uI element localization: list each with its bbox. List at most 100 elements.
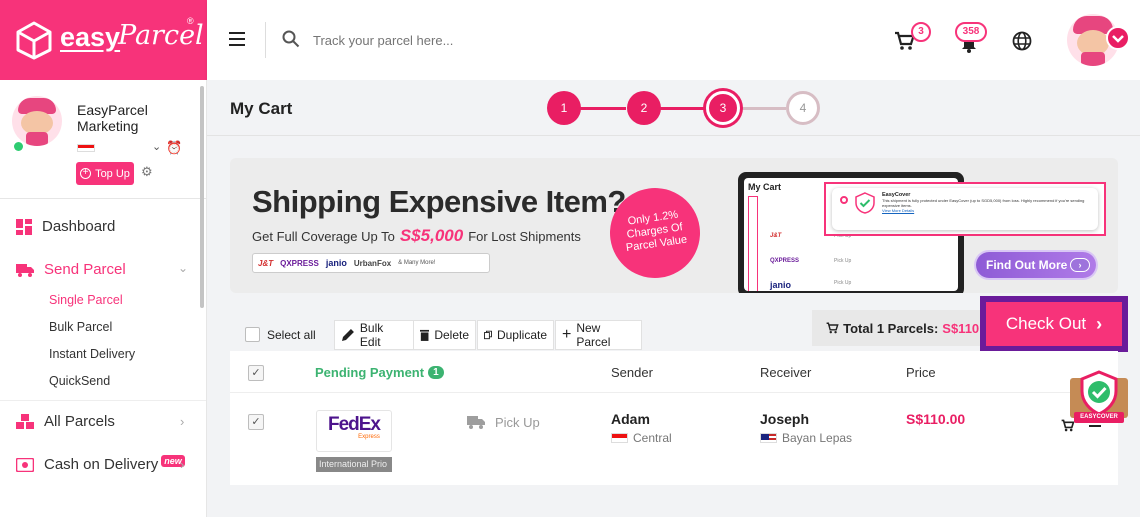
callout-link: View More Details: [882, 208, 915, 213]
duplicate-label: Duplicate: [496, 328, 547, 342]
sender-name: Adam: [611, 411, 650, 427]
profile-avatar: [12, 96, 62, 146]
chevron-right-icon: ›: [1096, 313, 1103, 334]
track-parcel-input[interactable]: [313, 28, 673, 52]
sidebar-item-label: Send Parcel: [44, 261, 126, 278]
mock-courier: J&T: [770, 233, 782, 239]
sidebar-subitem-bulk-parcel[interactable]: Bulk Parcel: [49, 320, 112, 334]
cash-icon: [16, 457, 34, 472]
step-2: 2: [627, 91, 661, 125]
sidebar-item-all-parcels[interactable]: All Parcels: [16, 413, 115, 430]
group-checkbox[interactable]: ✓: [248, 365, 264, 381]
alarm-clock-icon[interactable]: ⏰: [166, 140, 182, 156]
divider: [0, 198, 206, 199]
promo-banner[interactable]: Shipping Expensive Item? Get Full Covera…: [230, 158, 1118, 293]
sidebar: EasyParcel Marketing ⌄ ⏰ + Top Up ⚙ Dash…: [0, 80, 207, 517]
checkout-highlight: Check Out ›: [980, 296, 1128, 352]
notification-count-badge: 358: [955, 22, 987, 42]
easycover-badge[interactable]: EASYCOVER: [1068, 370, 1130, 426]
chevron-down-icon[interactable]: ⌄: [152, 140, 161, 153]
trash-icon: [420, 329, 430, 341]
chevron-down-icon[interactable]: ⌄: [178, 261, 188, 275]
courier-logo-more: & Many More!: [398, 260, 436, 266]
easycover-label: EASYCOVER: [1074, 412, 1124, 423]
mock-courier: QXPRESS: [770, 258, 800, 264]
sidebar-subitem-instant-delivery[interactable]: Instant Delivery: [49, 347, 135, 361]
receiver-region-label: Bayan Lepas: [782, 431, 853, 445]
duplicate-button[interactable]: Duplicate: [477, 320, 554, 350]
truck-icon: [467, 416, 485, 429]
divider: [0, 400, 206, 401]
banner-subline: Get Full Coverage Up To S$5,000 For Lost…: [252, 226, 581, 246]
pickup-label: Pick Up: [495, 414, 540, 430]
column-header-price: Price: [906, 365, 936, 380]
chevron-right-icon[interactable]: ›: [180, 414, 184, 429]
group-count-badge: 1: [428, 366, 444, 379]
checkout-label: Check Out: [1005, 314, 1087, 333]
sidebar-item-dashboard[interactable]: Dashboard: [16, 218, 115, 235]
plus-icon: +: [562, 326, 572, 343]
group-label: Pending Payment: [315, 365, 425, 380]
callout-text: This shipment is fully protected under E…: [882, 198, 1085, 208]
plus-circle-icon: +: [80, 168, 92, 179]
receiver-region: Bayan Lepas: [760, 431, 852, 445]
copy-icon: [484, 330, 492, 340]
new-parcel-button[interactable]: + New Parcel: [555, 320, 642, 350]
malaysia-flag-icon: [760, 433, 777, 443]
page-title: My Cart: [230, 99, 293, 118]
gear-icon[interactable]: ⚙: [141, 164, 153, 180]
pencil-icon: [341, 329, 354, 341]
pickup-method: Pick Up: [465, 414, 540, 430]
sidebar-item-label: Cash on Delivery: [44, 456, 159, 473]
hamburger-menu-icon[interactable]: [229, 32, 245, 46]
boxes-icon: [16, 413, 34, 429]
bulk-edit-label: Bulk Edit: [359, 321, 384, 349]
delete-button[interactable]: Delete: [413, 320, 476, 350]
select-all-checkbox[interactable]: [245, 327, 260, 342]
mock-courier: janio: [770, 280, 792, 290]
singapore-flag-icon: [611, 433, 628, 443]
bulk-edit-button[interactable]: Bulk Edit: [334, 320, 414, 350]
table-row[interactable]: ✓ FedEx Express International Prio Pick …: [230, 394, 1118, 485]
sidebar-item-label: All Parcels: [44, 413, 115, 430]
arrow-right-icon: ›: [1070, 258, 1090, 272]
courier-logo: UrbanFox: [353, 258, 392, 268]
checkout-button[interactable]: Check Out ›: [986, 302, 1122, 346]
courier-logos-strip: J&T QXPRESS janio UrbanFox & Many More!: [252, 253, 490, 273]
courier-logo: QXPRESS: [280, 258, 319, 268]
banner-subline-suffix: For Lost Shipments: [468, 229, 581, 244]
courier-name: FedEx: [327, 414, 381, 435]
select-all-label: Select all: [267, 328, 316, 342]
banner-subline-amount: S$5,000: [399, 226, 464, 245]
brand-name: easy: [60, 22, 121, 52]
cart-count-badge: 3: [911, 22, 931, 42]
sender-region-label: Central: [633, 431, 672, 445]
brand-logo[interactable]: easy Parcel ®: [0, 0, 207, 80]
step-4: 4: [786, 91, 820, 125]
column-header-receiver: Receiver: [760, 365, 812, 380]
registered-mark: ®: [187, 16, 194, 26]
sidebar-subitem-quicksend[interactable]: QuickSend: [49, 374, 110, 388]
find-out-more-button[interactable]: Find Out More ›: [976, 252, 1096, 278]
top-up-button[interactable]: + Top Up: [76, 162, 134, 185]
chevron-down-icon[interactable]: [1106, 26, 1130, 50]
sidebar-item-cash-on-delivery[interactable]: Cash on Delivery new: [16, 454, 185, 473]
search-icon[interactable]: [282, 30, 300, 48]
row-checkbox[interactable]: ✓: [248, 414, 264, 430]
step-3-current: 3: [706, 91, 740, 125]
mock-row-label: Pick Up: [834, 258, 852, 264]
sidebar-item-label: Dashboard: [42, 218, 116, 235]
sidebar-scrollbar[interactable]: [200, 86, 204, 308]
box-logo-icon: [16, 21, 52, 60]
sidebar-item-send-parcel[interactable]: Send Parcel: [16, 261, 126, 278]
courier-logo: J&T: [258, 258, 274, 268]
sidebar-subitem-single-parcel[interactable]: Single Parcel: [49, 293, 123, 307]
shield-check-icon: [855, 192, 875, 214]
banner-subline-prefix: Get Full Coverage Up To: [252, 229, 395, 244]
singapore-flag-icon: [77, 144, 95, 152]
shield-check-icon: [1080, 370, 1118, 416]
radio-icon: [840, 196, 848, 204]
chevron-right-icon[interactable]: ›: [180, 457, 184, 472]
stepper-line: [660, 107, 706, 110]
globe-icon[interactable]: [1012, 31, 1032, 51]
